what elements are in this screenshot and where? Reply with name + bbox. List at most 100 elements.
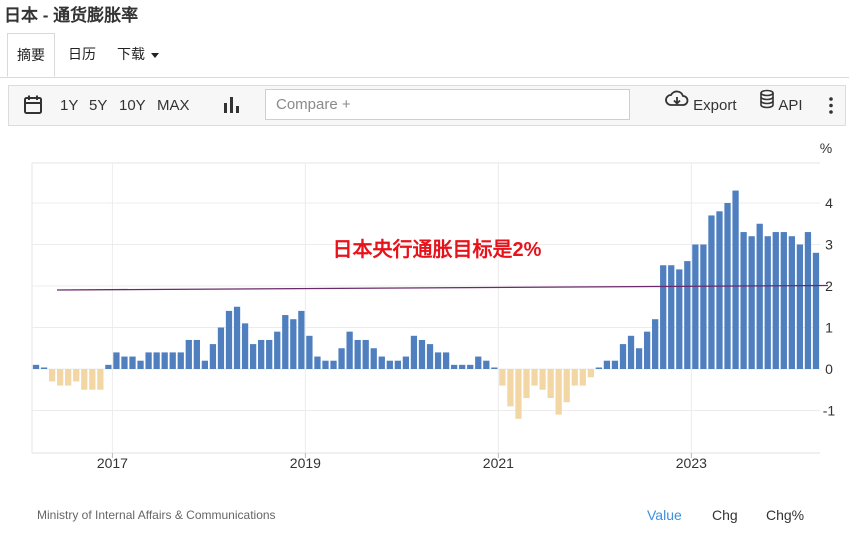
y-tick-label: 1 [825, 320, 833, 336]
chart-bar [338, 348, 345, 369]
chart-bar [121, 356, 128, 369]
compare-input[interactable] [266, 90, 626, 119]
chart-bar [97, 369, 104, 390]
chart-bar [716, 211, 723, 369]
chart-bar [346, 331, 353, 369]
api-label: API [778, 97, 803, 114]
chart-bar [370, 348, 377, 369]
chart-bar [290, 319, 297, 369]
chart-bar [467, 364, 474, 369]
tab-bar: 摘要 日历 下载 [0, 33, 849, 78]
chart-bar [266, 339, 273, 369]
chart-bar [129, 356, 136, 369]
chart-bar [113, 352, 120, 369]
x-tick-label: 2023 [676, 455, 707, 471]
chart-bar [402, 356, 410, 369]
chart-bar [587, 369, 594, 378]
range-1y-button[interactable]: 1Y [60, 86, 78, 125]
chart-bars [32, 190, 820, 419]
chart-bar [201, 360, 209, 369]
more-vertical-icon[interactable] [827, 86, 835, 125]
chart-bar [386, 360, 393, 369]
chart-bar [314, 356, 321, 369]
chart-bar [515, 369, 522, 419]
chart-bar [627, 335, 635, 369]
chart-bar [603, 360, 611, 369]
chart-bar [804, 232, 812, 369]
chart-bar [692, 244, 699, 369]
value-toggle[interactable]: Value [647, 507, 682, 523]
chart-bar [185, 339, 192, 369]
export-label: Export [693, 97, 737, 114]
chart-bar [322, 360, 329, 369]
tab-summary-label: 摘要 [17, 47, 45, 63]
chart-bar [306, 335, 313, 369]
chart-bar [65, 369, 72, 386]
y-tick-label: 4 [825, 195, 833, 211]
x-tick-label: 2019 [290, 455, 321, 471]
chart-bar [788, 236, 795, 369]
chart-bar [491, 367, 498, 369]
chart-bar [740, 232, 747, 369]
chart-bar [660, 265, 667, 369]
tab-download[interactable]: 下载 [117, 33, 159, 77]
chart-area: 日本央行通胀目标是2% % 4 3 2 1 0 -1 2017 2019 2021 2023 [0, 126, 849, 539]
chg-toggle[interactable]: Chg [712, 507, 738, 523]
y-tick-label: 2 [825, 278, 833, 294]
chart-toolbar: 1Y 5Y 10Y MAX Export [8, 85, 846, 126]
chart-bar [57, 369, 64, 386]
export-button[interactable]: Export [665, 86, 737, 125]
chart-bar [161, 352, 168, 369]
chart-bar [394, 360, 401, 369]
chart-bar [145, 352, 152, 369]
range-5y-button[interactable]: 5Y [89, 86, 107, 125]
chart-bar [732, 190, 739, 369]
chart-bar [563, 369, 570, 403]
chart-bar [523, 369, 530, 399]
chart-bar [330, 360, 337, 369]
range-max-button[interactable]: MAX [157, 86, 190, 125]
chg-pct-toggle[interactable]: Chg% [766, 507, 804, 523]
chart-bar [539, 369, 546, 390]
chart-bar [708, 215, 715, 369]
chart-bar [796, 244, 804, 369]
source-label: Ministry of Internal Affairs & Communica… [37, 508, 276, 522]
page-title: 日本 - 通货膨胀率 [4, 6, 139, 25]
tab-calendar[interactable]: 日历 [68, 33, 96, 77]
api-button[interactable]: API [759, 86, 803, 125]
chart-bar [611, 360, 619, 369]
chart-bar [684, 261, 691, 369]
x-tick-label: 2017 [97, 455, 128, 471]
chart-bar [282, 315, 289, 369]
y-tick-labels: 4 3 2 1 0 -1 [823, 195, 836, 419]
chart-bar [32, 364, 40, 369]
chart-bar [475, 356, 482, 369]
range-10y-button[interactable]: 10Y [119, 86, 146, 125]
chart-bar [225, 310, 233, 369]
chart-bar [169, 352, 176, 369]
chart-bar [81, 369, 88, 390]
chart-bar [258, 339, 265, 369]
chart-bar [780, 232, 787, 369]
chart-bar [410, 335, 418, 369]
chart-bar [177, 352, 184, 369]
y-tick-label: 3 [825, 237, 833, 253]
chart-bar [241, 323, 249, 369]
chart-bar [442, 352, 450, 369]
calendar-icon[interactable] [23, 86, 43, 125]
chart-bar [217, 327, 225, 369]
chart-bar [571, 369, 578, 386]
chart-bar [619, 344, 627, 369]
chart-bar [499, 369, 506, 386]
tab-summary[interactable]: 摘要 [7, 33, 55, 77]
y-unit-label: % [820, 140, 832, 156]
chart-bar [668, 265, 675, 369]
chart-bar [73, 369, 80, 382]
bar-chart-icon[interactable] [222, 86, 242, 125]
tab-download-label: 下载 [117, 46, 145, 62]
chart-bar [700, 244, 707, 369]
chart-bar [209, 344, 217, 369]
chart-bar [105, 364, 112, 369]
chart-bar [426, 344, 434, 369]
chart-bar [483, 360, 490, 369]
